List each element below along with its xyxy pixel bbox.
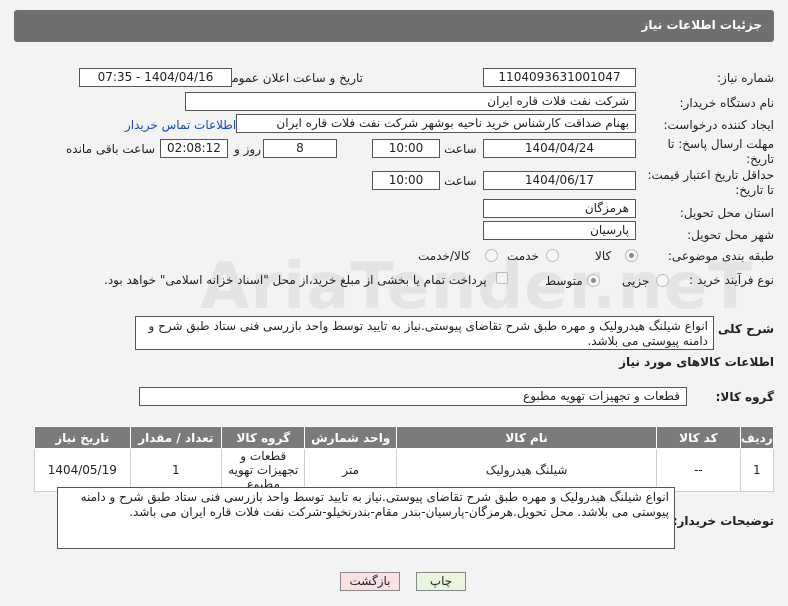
cell-date: 1404/05/19: [34, 448, 131, 492]
validity-label: حداقل تاریخ اعتبار قیمت:: [647, 168, 774, 182]
need-number-field: 1104093631001047: [483, 68, 636, 87]
col-group: گروه کالا: [221, 426, 306, 449]
deadline-hour-label: ساعت: [444, 142, 477, 156]
cell-row: 1: [739, 448, 775, 492]
process-radio-minor[interactable]: [656, 274, 669, 287]
back-button[interactable]: بازگشت: [340, 572, 400, 591]
cell-qty: 1: [129, 448, 223, 492]
payment-note: پرداخت تمام یا بخشی از مبلغ خرید،از محل …: [104, 273, 487, 287]
category-option-both: کالا/خدمت: [418, 249, 471, 263]
col-code: کد کالا: [656, 426, 741, 449]
process-radio-medium[interactable]: [587, 274, 600, 287]
process-option-medium: متوسط: [545, 274, 583, 288]
col-unit: واحد شمارش: [304, 426, 397, 449]
goods-group-label: گروه کالا:: [715, 390, 774, 404]
category-radio-goods[interactable]: [625, 249, 638, 262]
cell-name: شیلنگ هیدرولیک: [395, 448, 658, 492]
page-title: جزئیات اطلاعات نیاز: [641, 18, 762, 32]
cell-group: قطعات و تجهیزات تهویه مطبوع: [221, 448, 306, 492]
category-radio-service[interactable]: [546, 249, 559, 262]
creator-field: بهنام صداقت کارشناس خرید ناحیه بوشهر شرک…: [236, 114, 636, 133]
col-row: ردیف: [739, 426, 775, 449]
print-button[interactable]: چاپ: [416, 572, 466, 591]
header-bar: جزئیات اطلاعات نیاز: [14, 10, 774, 42]
buyer-org-field: شرکت نفت فلات قاره ایران: [185, 92, 636, 111]
col-qty: تعداد / مقدار: [129, 426, 223, 449]
remaining-time-field: 02:08:12: [160, 139, 228, 158]
city-field: پارسیان: [483, 221, 636, 240]
process-label: نوع فرآیند خرید :: [689, 273, 774, 287]
process-option-minor: جزیی: [622, 274, 650, 288]
need-number-label: شماره نیاز:: [717, 71, 774, 85]
category-radio-both[interactable]: [485, 249, 498, 262]
table-header-row: ردیف کد کالا نام کالا واحد شمارش گروه کا…: [34, 426, 775, 449]
remaining-label: ساعت باقی مانده: [66, 142, 156, 156]
category-option-goods: کالا: [595, 249, 612, 263]
validity-time-field: 10:00: [372, 171, 440, 190]
category-label: طبقه بندی موضوعی:: [667, 249, 774, 263]
validity-date-field: 1404/06/17: [483, 171, 636, 190]
province-label: استان محل تحویل:: [679, 206, 774, 220]
buyer-notes-field: انواع شیلنگ هیدرولیک و مهره طبق شرح تقاض…: [57, 487, 675, 549]
goods-group-field: قطعات و تجهیزات تهویه مطبوع: [139, 387, 687, 406]
validity-label-2: تا تاریخ:: [735, 183, 774, 197]
province-field: هرمزگان: [483, 199, 636, 218]
table-row: 1 -- شیلنگ هیدرولیک متر قطعات و تجهیزات …: [34, 448, 775, 492]
deadline-label: مهلت ارسال پاسخ: تا: [667, 137, 774, 151]
days-label: روز و: [234, 142, 261, 156]
col-date: تاریخ نیاز: [34, 426, 131, 449]
cell-unit: متر: [304, 448, 397, 492]
category-option-service: خدمت: [507, 249, 539, 263]
city-label: شهر محل تحویل:: [687, 228, 774, 242]
items-table: ردیف کد کالا نام کالا واحد شمارش گروه کا…: [34, 426, 775, 492]
cell-code: --: [656, 448, 741, 492]
deadline-time-field: 10:00: [372, 139, 440, 158]
announce-label: تاریخ و ساعت اعلان عمومی:: [218, 71, 363, 85]
col-name: نام کالا: [395, 426, 658, 449]
buyer-contact-link[interactable]: اطلاعات تماس خریدار: [125, 118, 236, 132]
buyer-notes-label: توضیحات خریدار:: [672, 514, 774, 528]
payment-checkbox[interactable]: [496, 272, 508, 284]
goods-info-title: اطلاعات کالاهای مورد نیاز: [619, 355, 774, 369]
announce-field: 1404/04/16 - 07:35: [79, 68, 232, 87]
description-field: انواع شیلنگ هیدرولیک و مهره طبق شرح تقاض…: [135, 316, 714, 350]
validity-hour-label: ساعت: [444, 174, 477, 188]
deadline-date-field: 1404/04/24: [483, 139, 636, 158]
page-frame: جزئیات اطلاعات نیاز AriaTender.neT شماره…: [0, 0, 788, 606]
buyer-org-label: نام دستگاه خریدار:: [679, 96, 775, 110]
creator-label: ایجاد کننده درخواست:: [663, 118, 774, 132]
deadline-label-2: تاریخ:: [746, 152, 774, 166]
days-field: 8: [263, 139, 337, 158]
